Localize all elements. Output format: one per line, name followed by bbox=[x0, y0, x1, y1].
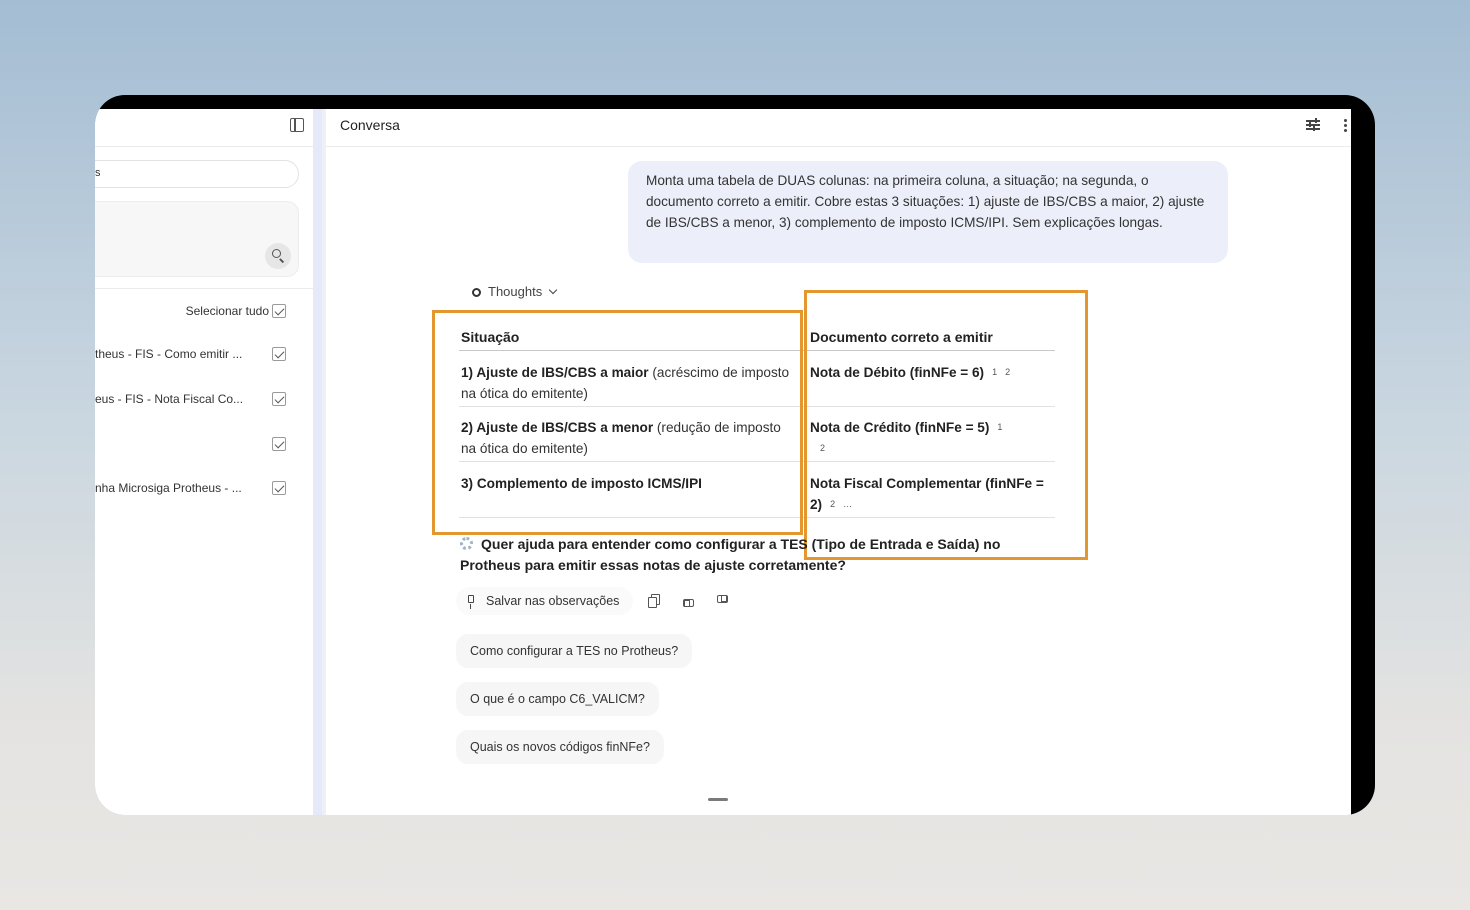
source-checkbox[interactable] bbox=[272, 347, 286, 361]
device-frame: s Selecionar tudo theus - FIS - Como emi… bbox=[95, 95, 1375, 815]
search-icon-handle bbox=[279, 258, 285, 263]
sources-sidebar: s Selecionar tudo theus - FIS - Como emi… bbox=[95, 109, 313, 815]
source-checkbox[interactable] bbox=[272, 392, 286, 406]
copy-icon[interactable] bbox=[648, 594, 662, 608]
conversation-panel: Conversa Monta uma tabela de DUAS coluna… bbox=[326, 109, 1351, 815]
tune-icon[interactable] bbox=[1306, 118, 1320, 131]
thoughts-label: Thoughts bbox=[488, 284, 543, 299]
suggestion-chip[interactable]: O que é o campo C6_VALICM? bbox=[456, 682, 659, 716]
suggestion-chip[interactable]: Como configurar a TES no Protheus? bbox=[456, 634, 693, 668]
thumbs-up-shape bbox=[683, 599, 694, 607]
pin-icon bbox=[468, 595, 474, 609]
select-all-label: Selecionar tudo bbox=[185, 304, 269, 318]
suggestion-chip[interactable]: Quais os novos códigos finNFe? bbox=[456, 730, 664, 764]
app-screen: s Selecionar tudo theus - FIS - Como emi… bbox=[95, 109, 1351, 815]
sidebar-divider bbox=[95, 288, 313, 289]
more-vert-icon[interactable] bbox=[1344, 119, 1348, 133]
search-input-text: s bbox=[95, 167, 101, 179]
search-button[interactable] bbox=[265, 243, 291, 269]
thumbs-down-icon[interactable] bbox=[716, 594, 730, 608]
page-title: Conversa bbox=[340, 117, 400, 133]
thoughts-icon bbox=[472, 288, 481, 297]
select-all-checkbox[interactable] bbox=[272, 304, 286, 318]
sidebar-header-divider bbox=[95, 146, 313, 147]
source-item-label: theus - FIS - Como emitir ... bbox=[95, 347, 243, 361]
source-checkbox[interactable] bbox=[272, 437, 286, 451]
sparkle-icon bbox=[460, 537, 473, 550]
source-item-label: nha Microsiga Protheus - ... bbox=[95, 481, 242, 495]
save-to-notes-label: Salvar nas observações bbox=[486, 594, 620, 608]
highlight-box-documento bbox=[804, 290, 1088, 560]
followup-question: Quer ajuda para entender como configurar… bbox=[460, 536, 1001, 573]
source-checkbox[interactable] bbox=[272, 481, 286, 495]
source-item-label: eus - FIS - Nota Fiscal Co... bbox=[95, 392, 244, 406]
search-input[interactable] bbox=[95, 160, 299, 188]
thumbs-down-shape bbox=[717, 595, 728, 603]
panel-toggle-icon[interactable] bbox=[290, 118, 304, 132]
drag-handle[interactable] bbox=[708, 798, 728, 801]
user-message: Monta uma tabela de DUAS colunas: na pri… bbox=[628, 161, 1228, 263]
search-icon bbox=[272, 249, 281, 258]
save-to-notes-button[interactable]: Salvar nas observações bbox=[456, 587, 634, 615]
thoughts-toggle[interactable]: Thoughts bbox=[472, 284, 558, 299]
chevron-down-icon bbox=[548, 285, 558, 295]
highlight-box-situacao bbox=[432, 310, 803, 535]
header-divider bbox=[326, 146, 1351, 147]
thumbs-up-icon[interactable] bbox=[681, 594, 695, 608]
